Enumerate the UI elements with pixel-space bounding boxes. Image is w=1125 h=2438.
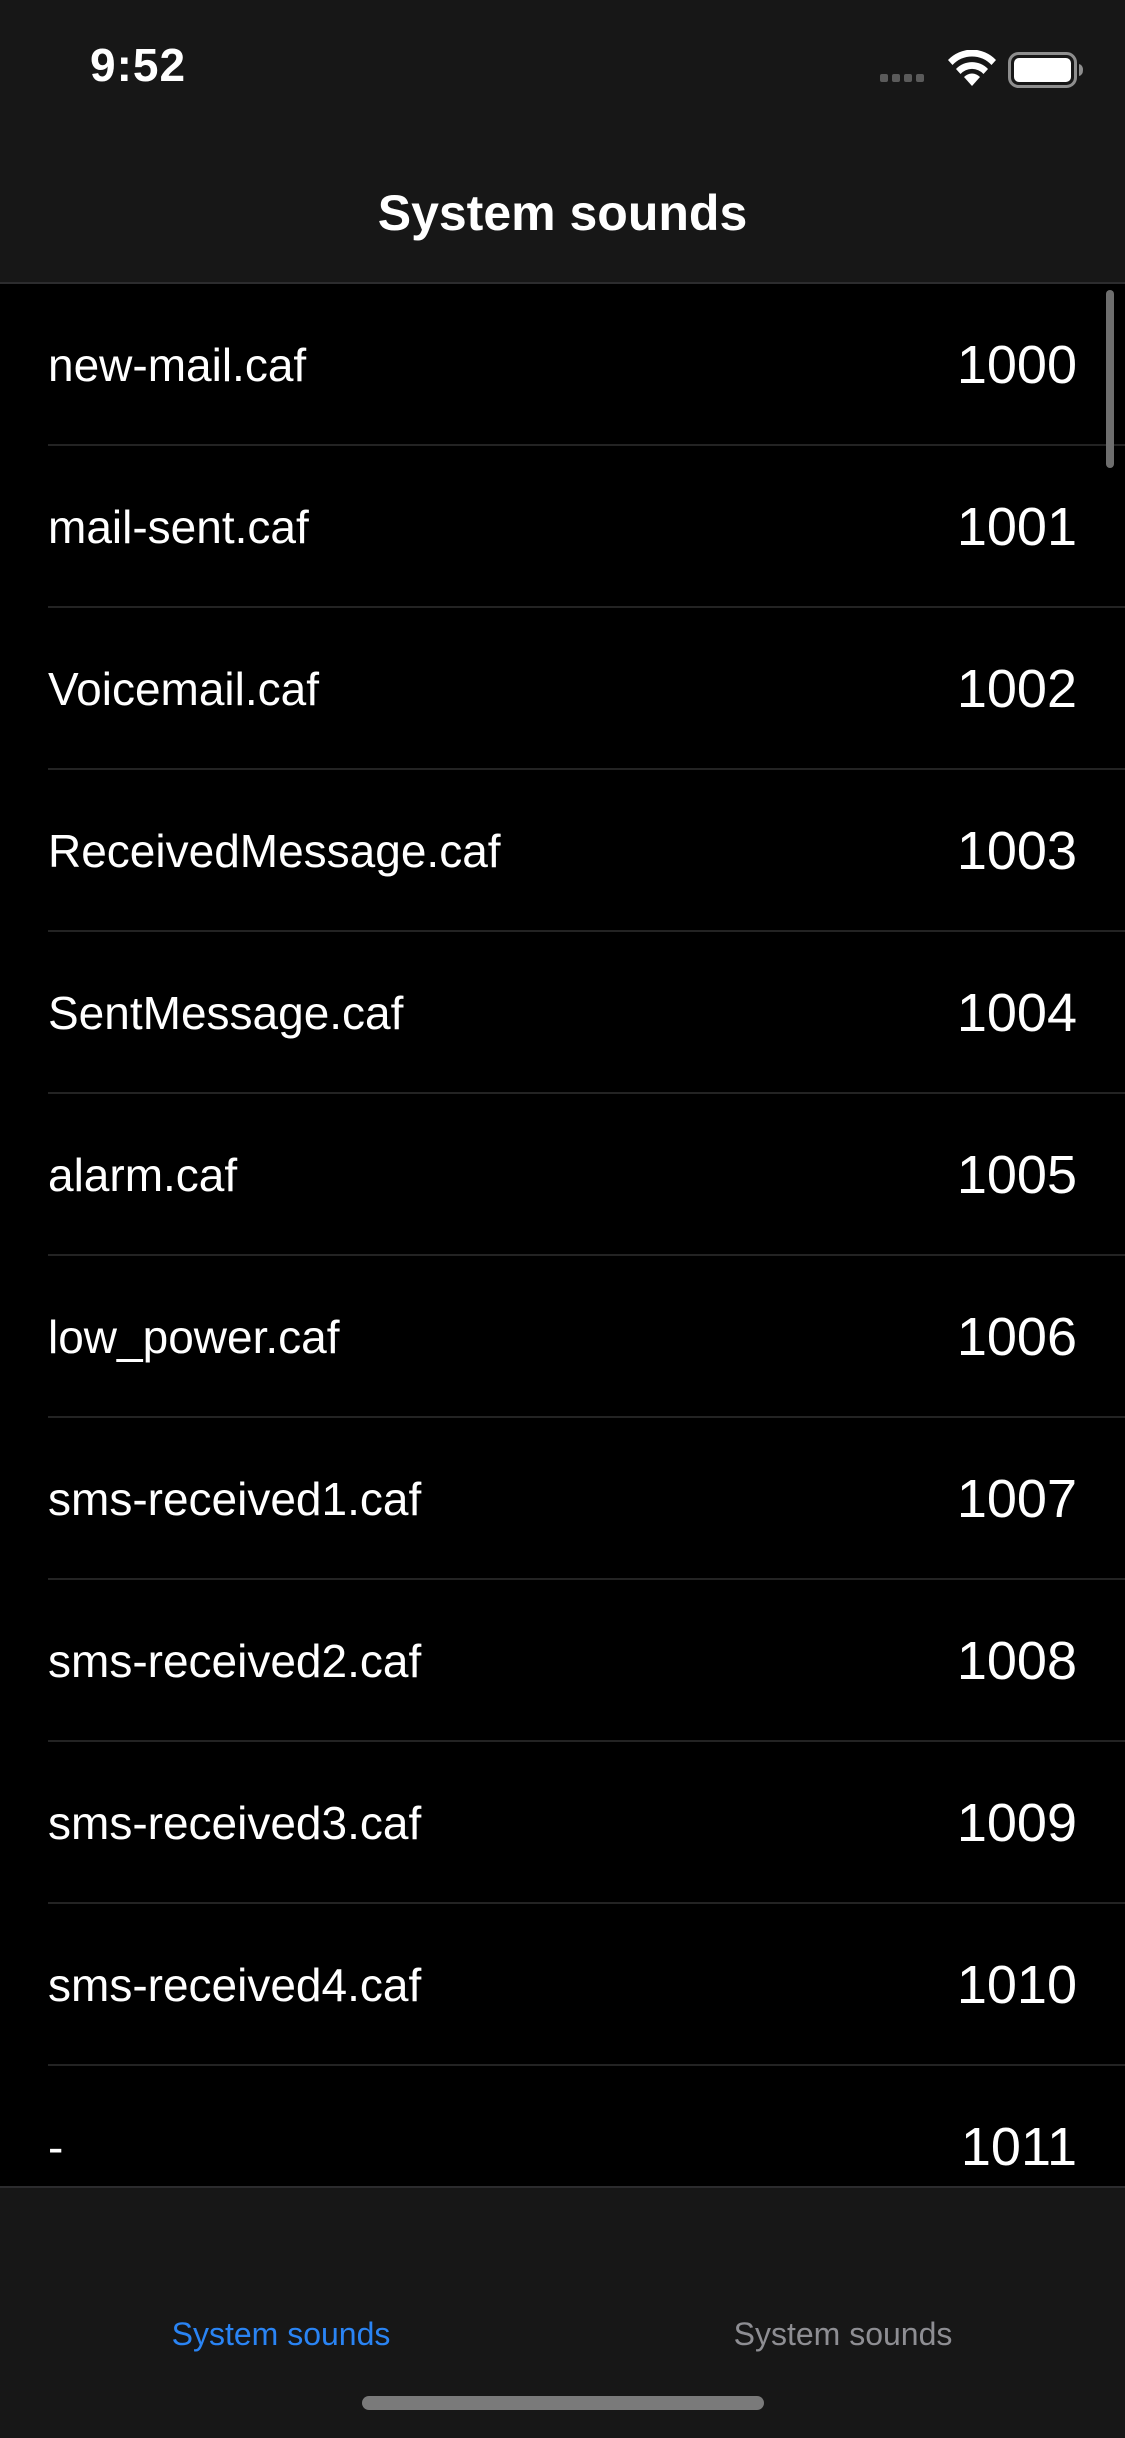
list-item[interactable]: new-mail.caf 1000 bbox=[0, 284, 1125, 446]
sound-id: 1000 bbox=[956, 335, 1077, 395]
list-item[interactable]: alarm.caf 1005 bbox=[0, 1094, 1125, 1256]
sound-name: alarm.caf bbox=[48, 1149, 238, 1201]
tab-system-sounds-1[interactable]: System sounds bbox=[0, 2188, 562, 2353]
sound-name: low_power.caf bbox=[48, 1311, 340, 1363]
list-item[interactable]: SentMessage.caf 1004 bbox=[0, 932, 1125, 1094]
sound-name: sms-received3.caf bbox=[48, 1797, 422, 1849]
list-item[interactable]: ReceivedMessage.caf 1003 bbox=[0, 770, 1125, 932]
sound-id: 1001 bbox=[956, 497, 1077, 557]
list-item[interactable]: Voicemail.caf 1002 bbox=[0, 608, 1125, 770]
battery-icon bbox=[1008, 52, 1083, 88]
sound-name: ReceivedMessage.caf bbox=[48, 825, 501, 877]
sound-id: 1007 bbox=[956, 1469, 1077, 1529]
tab-system-sounds-2[interactable]: System sounds bbox=[562, 2188, 1124, 2353]
sound-name: SentMessage.caf bbox=[48, 987, 404, 1039]
sound-name: sms-received4.caf bbox=[48, 1959, 422, 2011]
sound-name: sms-received2.caf bbox=[48, 1635, 422, 1687]
page-title: System sounds bbox=[377, 185, 748, 241]
sounds-list[interactable]: new-mail.caf 1000 mail-sent.caf 1001 Voicema… bbox=[0, 284, 1125, 2186]
sound-id: 1004 bbox=[956, 983, 1077, 1043]
sound-id: 1006 bbox=[956, 1307, 1077, 1367]
sound-id: 1008 bbox=[956, 1631, 1077, 1691]
sound-name: Voicemail.caf bbox=[48, 663, 320, 715]
tab-label: System sounds bbox=[733, 2316, 953, 2352]
status-time: 9:52 bbox=[90, 39, 187, 91]
scroll-indicator[interactable] bbox=[1106, 290, 1114, 468]
list-item[interactable]: sms-received3.caf 1009 bbox=[0, 1742, 1125, 1904]
tab-label: System sounds bbox=[171, 2316, 391, 2352]
list-item[interactable]: sms-received1.caf 1007 bbox=[0, 1418, 1125, 1580]
sound-id: 1002 bbox=[956, 659, 1077, 719]
sound-id: 1005 bbox=[956, 1145, 1077, 1205]
home-indicator bbox=[362, 2396, 764, 2410]
sound-name: sms-received1.caf bbox=[48, 1473, 422, 1525]
list-item[interactable]: low_power.caf 1006 bbox=[0, 1256, 1125, 1418]
wifi-icon bbox=[948, 50, 996, 86]
status-bar: 9:52 bbox=[0, 0, 1125, 132]
sound-name: - bbox=[48, 2121, 64, 2173]
list-item[interactable]: sms-received2.caf 1008 bbox=[0, 1580, 1125, 1742]
sound-id: 1003 bbox=[956, 821, 1077, 881]
list-item[interactable]: - 1011 bbox=[0, 2066, 1125, 2186]
sound-id: 1010 bbox=[956, 1955, 1077, 2015]
sound-name: mail-sent.caf bbox=[48, 501, 309, 553]
list-item[interactable]: sms-received4.caf 1010 bbox=[0, 1904, 1125, 2066]
list-item[interactable]: mail-sent.caf 1001 bbox=[0, 446, 1125, 608]
sound-id: 1009 bbox=[956, 1793, 1077, 1853]
sound-name: new-mail.caf bbox=[48, 339, 307, 391]
navigation-bar: System sounds bbox=[0, 132, 1125, 284]
sound-id: 1011 bbox=[960, 2117, 1077, 2177]
